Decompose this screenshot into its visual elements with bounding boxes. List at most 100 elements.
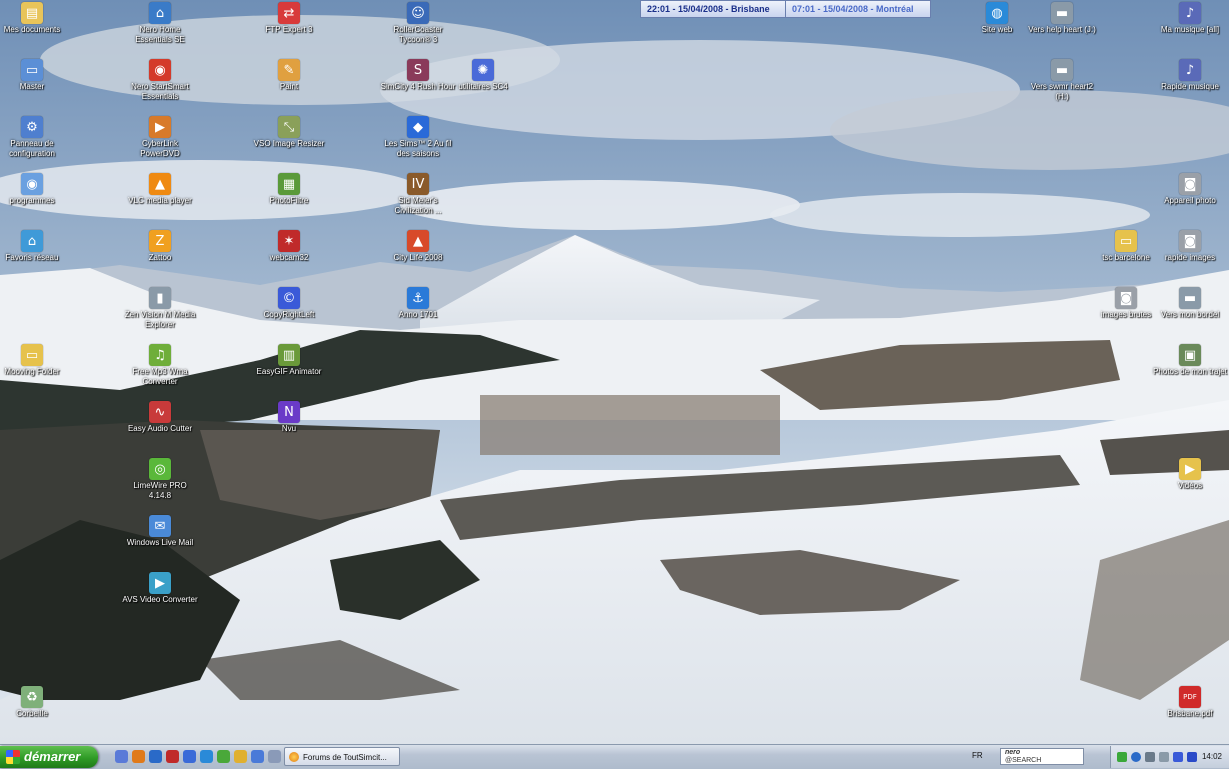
desktop-icon[interactable]: ✺ utilitaires SC4 — [443, 59, 523, 92]
taskbar-button-label: Forums de ToutSimcit... — [303, 753, 387, 762]
desktop-icon[interactable]: ⇄ FTP Expert 3 — [249, 2, 329, 35]
desktop-icon[interactable]: ◉ programmes — [0, 173, 72, 206]
mail-icon[interactable] — [251, 750, 264, 763]
nvu-icon: N — [278, 401, 300, 423]
desktop-icon[interactable]: ✶ webcam32 — [249, 230, 329, 263]
messenger-icon[interactable] — [217, 750, 230, 763]
desktop-icon[interactable]: ⚓ Anno 1701 — [378, 287, 458, 320]
desktop-icon-label: VLC media player — [128, 196, 192, 205]
desktop-icon[interactable]: ▤ Mes documents — [0, 2, 72, 35]
desktop-icon[interactable]: Z Zattoo — [120, 230, 200, 263]
taskbar-button-forums[interactable]: Forums de ToutSimcit... — [284, 747, 400, 766]
nero-search-box[interactable]: nero @SEARCH — [1000, 748, 1084, 765]
desktop-icon-label: Free Mp3 Wma Converter — [132, 367, 188, 386]
desktop-icon[interactable]: IV Sid Meier's Civilization ... — [378, 173, 458, 215]
desktop-icon[interactable]: © CopyRightLeft — [249, 287, 329, 320]
desktop-icon[interactable]: ▶ Vidéos — [1150, 458, 1229, 491]
security-icon[interactable] — [1173, 752, 1183, 762]
desktop-icon-label: Mes documents — [3, 25, 61, 34]
music-icon-2: ♪ — [1179, 59, 1201, 81]
start-button-label: démarrer — [24, 749, 81, 764]
desktop-icon-label: Vidéos — [1177, 481, 1203, 490]
desktop-icon[interactable]: ⌂ Favoris réseau — [0, 230, 72, 263]
desktop-icon[interactable]: ◆ Les Sims™ 2 Au fil des saisons — [378, 116, 458, 158]
webcam-quick-icon[interactable] — [166, 750, 179, 763]
outlook-icon[interactable] — [234, 750, 247, 763]
desktop-icon[interactable]: ♻ Corbeille — [0, 686, 72, 719]
desktop-icon[interactable]: ♫ Free Mp3 Wma Converter — [120, 344, 200, 386]
gif-animator-icon: ▥ — [278, 344, 300, 366]
desktop-icon[interactable]: ▶ CyberLink PowerDVD — [120, 116, 200, 158]
desktop-icon-label: CopyRightLeft — [263, 310, 315, 319]
network-tray-icon[interactable] — [1145, 752, 1155, 762]
desktop-icon-label: programmes — [9, 196, 55, 205]
desktop-icon[interactable]: ◙ rapide images — [1150, 230, 1229, 263]
city-life-icon: ▲ — [407, 230, 429, 252]
desktop[interactable]: 22:01 - 15/04/2008 - Brisbane 07:01 - 15… — [0, 0, 1229, 744]
desktop-icon[interactable]: ▬ Vers mon bordel — [1150, 287, 1229, 320]
info-icon[interactable] — [1131, 752, 1141, 762]
taskbar: démarrer Forums de ToutSimcit... FR nero… — [0, 744, 1229, 769]
world-clock-montreal[interactable]: 07:01 - 15/04/2008 - Montréal — [785, 0, 931, 18]
desktop-icon[interactable]: N Nvu — [249, 401, 329, 434]
language-indicator[interactable]: FR — [972, 751, 983, 760]
desktop-icon[interactable]: ▣ Photos de mon trajet — [1150, 344, 1229, 377]
desktop-icon[interactable]: ◙ Appareil photo — [1150, 173, 1229, 206]
volume-icon[interactable] — [1159, 752, 1169, 762]
ie-icon[interactable] — [200, 750, 213, 763]
desktop-icon-label: FTP Expert 3 — [265, 25, 313, 34]
network-drive-icon-2: ▬ — [1051, 59, 1073, 81]
desktop-icon[interactable]: ⌂ Nero Home Essentials SE — [120, 2, 200, 44]
desktop-icon[interactable]: ▭ Mooving Folder — [0, 344, 72, 377]
start-button[interactable]: démarrer — [0, 746, 98, 768]
desktop-icon-label: RollerCoaster Tycoon® 3 — [393, 25, 443, 44]
desktop-icon[interactable]: ◉ Nero StartSmart Essentials — [120, 59, 200, 101]
desktop-icon[interactable]: ▦ PhotoFiltre — [249, 173, 329, 206]
civilization-icon: IV — [407, 173, 429, 195]
desktop-icon[interactable]: ♪ Ma musique [all] — [1150, 2, 1229, 35]
desktop-icon[interactable]: ▥ EasyGIF Animator — [249, 344, 329, 377]
desktop-icon[interactable]: ♪ Rapide musique — [1150, 59, 1229, 92]
desktop-icon[interactable]: ◎ LimeWire PRO 4.14.8 — [120, 458, 200, 500]
powerdvd-icon: ▶ — [149, 116, 171, 138]
desktop-icon[interactable]: ▭ Master — [0, 59, 72, 92]
desktop-icon-label: Anno 1701 — [398, 310, 438, 319]
desktop-icon[interactable]: ✉ Windows Live Mail — [120, 515, 200, 548]
desktop-icon[interactable]: ▮ Zen Vision M Media Explorer — [120, 287, 200, 329]
nero-home-icon: ⌂ — [149, 2, 171, 24]
world-clock-brisbane-text: 22:01 - 15/04/2008 - Brisbane — [647, 4, 770, 14]
desktop-icon[interactable]: ✎ Paint — [249, 59, 329, 92]
green-arrow-icon[interactable] — [1117, 752, 1127, 762]
desktop-icon-label: rapide images — [1164, 253, 1216, 262]
desktop-icon-label: Vers swmr heart2 (H:) — [1030, 82, 1094, 101]
desktop-icon[interactable]: ⤡ VSO Image Resizer — [249, 116, 329, 149]
firefox-icon[interactable] — [132, 750, 145, 763]
windows-flag-icon — [6, 750, 20, 764]
desktop-icon[interactable]: ▬ Vers help heart (J:) — [1022, 2, 1102, 35]
paint-icon: ✎ — [278, 59, 300, 81]
desktop-icon[interactable]: ☺ RollerCoaster Tycoon® 3 — [378, 2, 458, 44]
control-panel-icon: ⚙ — [21, 116, 43, 138]
desktop-icon[interactable]: ▬ Vers swmr heart2 (H:) — [1022, 59, 1102, 101]
audio-cutter-icon: ∿ — [149, 401, 171, 423]
desktop-icon[interactable]: ⚙ Panneau de configuration — [0, 116, 72, 158]
desktop-icon[interactable]: PDF Brisbane.pdf — [1150, 686, 1229, 719]
ftp-quick-icon[interactable] — [149, 750, 162, 763]
taskbar-clock[interactable]: 14:02 — [1202, 752, 1222, 761]
desktop-icon-label: EasyGIF Animator — [256, 367, 322, 376]
media-player-icon[interactable] — [183, 750, 196, 763]
desktop-icon-label: Nero StartSmart Essentials — [131, 82, 189, 101]
photofiltre-icon: ▦ — [278, 173, 300, 195]
desktop-icon[interactable]: ▶ AVS Video Converter — [120, 572, 200, 605]
desktop-icon[interactable]: ∿ Easy Audio Cutter — [120, 401, 200, 434]
desktop-icon-label: City Life 2008 — [393, 253, 443, 262]
vlc-icon: ▲ — [149, 173, 171, 195]
world-clock-brisbane[interactable]: 22:01 - 15/04/2008 - Brisbane — [640, 0, 798, 18]
desktop-icon[interactable]: ▲ City Life 2008 — [378, 230, 458, 263]
desktop-icon[interactable]: ▲ VLC media player — [120, 173, 200, 206]
system-tray: 14:02 — [1110, 746, 1229, 768]
msn-icon[interactable] — [1187, 752, 1197, 762]
calendar-icon[interactable] — [268, 750, 281, 763]
show-desktop-icon[interactable] — [115, 750, 128, 763]
desktop-icon-label: VSO Image Resizer — [253, 139, 325, 148]
